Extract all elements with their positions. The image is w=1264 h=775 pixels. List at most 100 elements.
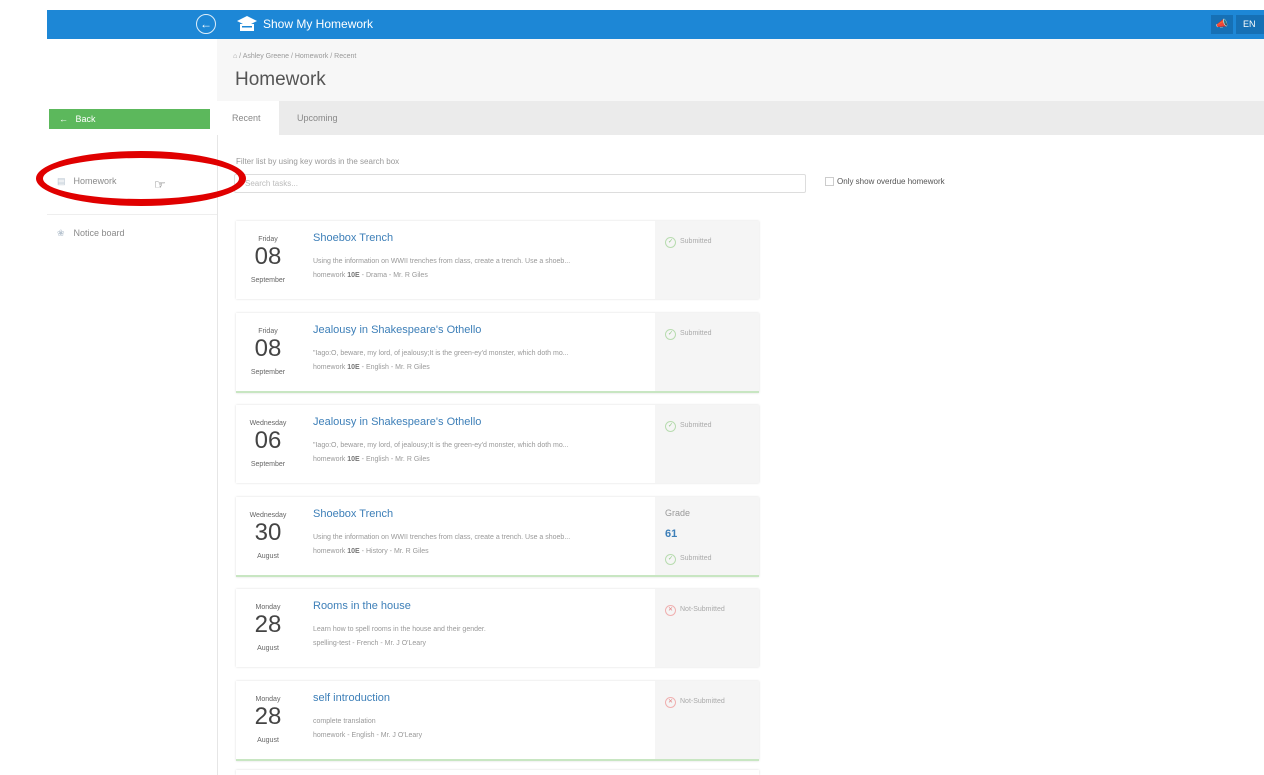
task-meta: homework 10E - English - Mr. R Giles (313, 364, 430, 371)
hand-cursor-icon: ☞ (154, 177, 166, 192)
page-header: ⌂ / Ashley Greene / Homework / Recent Ho… (217, 39, 1264, 102)
status-badge: ✓ Submitted (665, 237, 712, 248)
status-text: Not-Submitted (680, 698, 725, 705)
task-class: 10E (347, 272, 360, 279)
task-title[interactable]: Shoebox Trench (313, 508, 393, 520)
task-title[interactable]: Shoebox Trench (313, 232, 393, 244)
breadcrumb-item[interactable]: Homework (295, 53, 328, 60)
task-description: complete translation (313, 718, 376, 725)
task-card[interactable]: Wednesday 30 August Shoebox Trench Using… (236, 497, 759, 577)
task-teacher: Mr. R Giles (393, 548, 429, 555)
task-day: 08 (254, 243, 282, 270)
task-meta: homework 10E - English - Mr. R Giles (313, 456, 430, 463)
task-status-panel: ✓ Submitted (655, 405, 759, 483)
status-badge: ✓ Submitted (665, 329, 712, 340)
search-input[interactable]: Search tasks... (234, 174, 806, 193)
back-label: Back (75, 114, 96, 124)
task-card[interactable]: Monday 28 August self introduction compl… (236, 681, 759, 761)
task-card[interactable] (236, 770, 759, 775)
status-text: Submitted (680, 330, 712, 337)
task-teacher: Mr. J O'Leary (384, 640, 427, 647)
task-description: "Iago:O, beware, my lord, of jealousy;It… (313, 442, 569, 449)
task-status-panel: ✕ Not-Submitted (655, 681, 759, 759)
task-day: 08 (254, 335, 282, 362)
breadcrumb-item: Recent (334, 53, 357, 60)
task-day: 28 (254, 703, 282, 730)
check-icon: ✓ (665, 329, 676, 340)
tab-recent[interactable]: Recent (217, 101, 279, 135)
task-day: 28 (254, 611, 282, 638)
x-icon: ✕ (665, 697, 676, 708)
task-month: August (257, 737, 279, 744)
task-status-panel: Grade 61 ✓ Submitted (655, 497, 759, 575)
megaphone-icon: 📣 (1215, 19, 1229, 30)
status-badge: ✕ Not-Submitted (665, 605, 725, 616)
sidebar-item-notice-board[interactable]: ❀ Notice board (47, 214, 217, 250)
task-class: 10E (347, 548, 360, 555)
task-teacher: Mr. R Giles (395, 456, 430, 463)
task-title[interactable]: Jealousy in Shakespeare's Othello (313, 416, 481, 428)
task-weekday: Friday (258, 236, 278, 243)
logo-icon (237, 16, 257, 31)
task-type: homework (313, 364, 346, 371)
task-card[interactable]: Friday 08 September Jealousy in Shakespe… (236, 313, 759, 393)
task-title[interactable]: Rooms in the house (313, 600, 411, 612)
pin-icon: ❀ (57, 228, 65, 238)
highlight-ellipse (36, 151, 246, 206)
task-type: homework (313, 732, 346, 739)
collapse-sidebar-icon[interactable]: ← (196, 14, 216, 34)
task-teacher: Mr. R Giles (393, 272, 428, 279)
task-card[interactable]: Wednesday 06 September Jealousy in Shake… (236, 405, 759, 483)
check-icon: ✓ (665, 554, 676, 565)
home-icon[interactable]: ⌂ (233, 53, 237, 60)
overdue-filter[interactable]: Only show overdue homework (825, 177, 945, 187)
status-badge: ✕ Not-Submitted (665, 697, 725, 708)
task-description: Using the information on WWII trenches f… (313, 534, 571, 541)
task-description: Learn how to spell rooms in the house an… (313, 626, 486, 633)
task-subject: History (365, 548, 388, 555)
task-month: September (250, 277, 286, 284)
task-title[interactable]: self introduction (313, 692, 390, 704)
breadcrumb-item[interactable]: Ashley Greene (243, 53, 289, 60)
task-meta: homework - English - Mr. J O'Leary (313, 732, 423, 739)
task-day: 30 (254, 519, 282, 546)
grade-label: Grade (665, 508, 691, 518)
task-day: 06 (254, 427, 282, 454)
task-type: homework (313, 456, 346, 463)
task-month: September (250, 369, 286, 376)
task-class: 10E (347, 364, 360, 371)
language-button[interactable]: EN (1236, 15, 1264, 34)
tab-bar: Recent Upcoming (217, 101, 1264, 135)
task-month: August (257, 645, 279, 652)
task-subject: English (351, 732, 375, 739)
task-class: 10E (347, 456, 360, 463)
task-weekday: Monday (255, 604, 281, 611)
task-subject: English (365, 456, 389, 463)
back-button[interactable]: ← Back (49, 109, 210, 129)
grade-value: 61 (665, 528, 678, 540)
checkbox[interactable] (825, 177, 834, 187)
task-meta: spelling-test - French - Mr. J O'Leary (313, 640, 427, 647)
task-status-panel: ✓ Submitted (655, 313, 759, 391)
task-title[interactable]: Jealousy in Shakespeare's Othello (313, 324, 481, 336)
check-icon: ✓ (665, 421, 676, 432)
app-brand[interactable]: Show My Homework (263, 17, 373, 31)
breadcrumb: ⌂ / Ashley Greene / Homework / Recent (233, 53, 357, 60)
announcements-button[interactable]: 📣 (1211, 15, 1233, 34)
overdue-label: Only show overdue homework (837, 177, 945, 186)
top-bar: ← Show My Homework 📣 EN (47, 10, 1264, 39)
task-type: homework (313, 272, 346, 279)
sidebar-item-label: Notice board (73, 228, 125, 238)
task-status-panel: ✕ Not-Submitted (655, 589, 759, 667)
task-card[interactable]: Friday 08 September Shoebox Trench Using… (236, 221, 759, 299)
task-type: homework (313, 548, 346, 555)
filter-help-text: Filter list by using key words in the se… (236, 157, 400, 166)
x-icon: ✕ (665, 605, 676, 616)
tab-upcoming[interactable]: Upcoming (283, 101, 352, 135)
status-text: Not-Submitted (680, 606, 725, 613)
task-meta: homework 10E - Drama - Mr. R Giles (313, 272, 428, 279)
task-card[interactable]: Monday 28 August Rooms in the house Lear… (236, 589, 759, 667)
task-subject: English (365, 364, 389, 371)
task-teacher: Mr. R Giles (395, 364, 430, 371)
task-weekday: Friday (258, 328, 278, 335)
